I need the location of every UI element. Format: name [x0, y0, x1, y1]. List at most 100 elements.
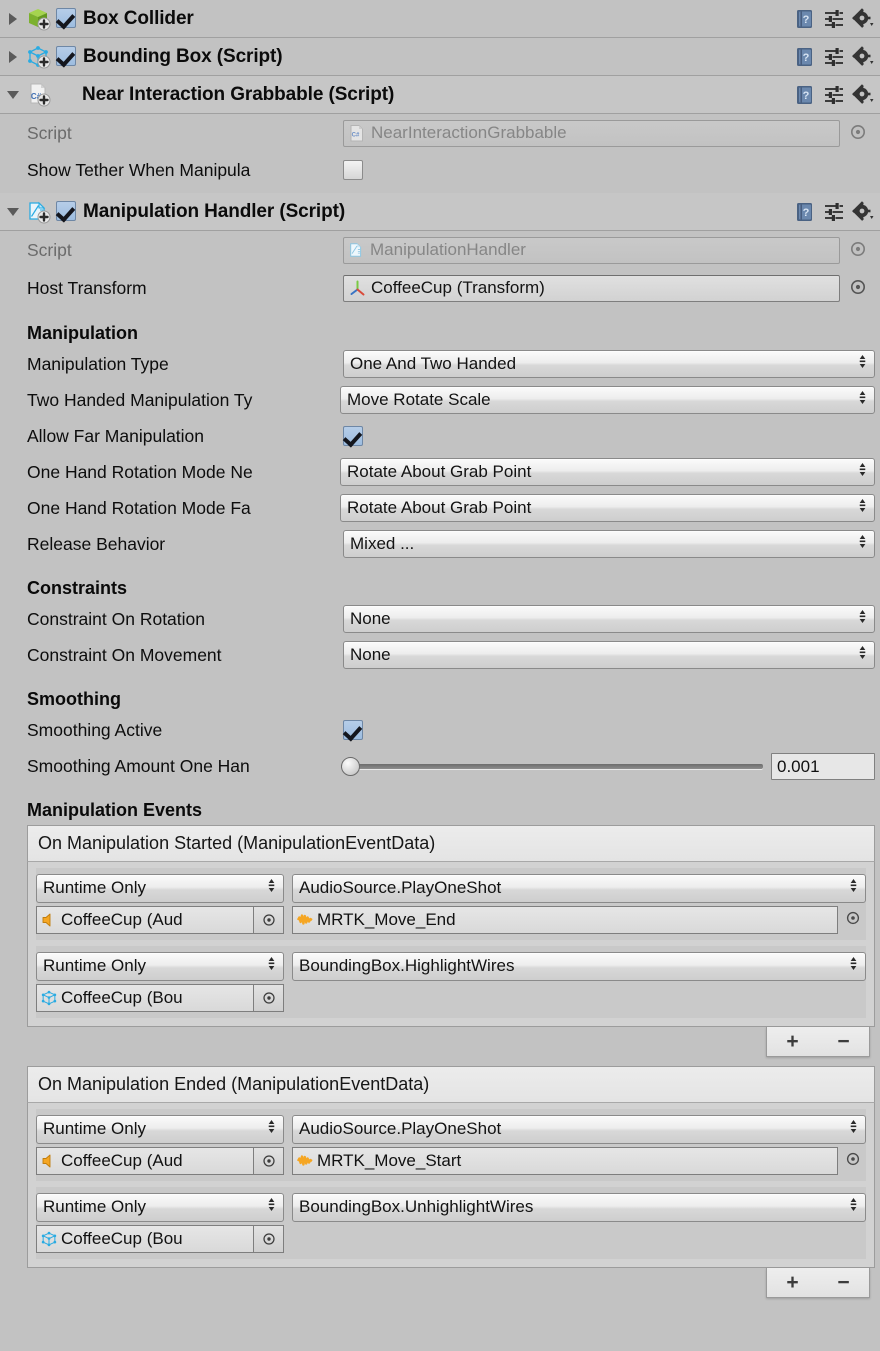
constraint-on-rotation-dropdown[interactable]: None [343, 605, 875, 633]
enable-checkbox-bounding-box[interactable] [56, 46, 78, 68]
component-header-bounding-box[interactable]: Bounding Box (Script) ? [0, 38, 880, 76]
help-book-icon[interactable]: ? [794, 84, 816, 106]
svg-text:?: ? [803, 90, 810, 102]
section-header-smoothing: Smoothing [0, 682, 880, 712]
dropdown-value: Mixed ... [350, 534, 414, 554]
chevron-updown-icon [858, 354, 867, 375]
property-row-two-handed-manipulation-type: Two Handed Manipulation Ty Move Rotate S… [0, 382, 880, 418]
two-handed-manipulation-type-dropdown[interactable]: Move Rotate Scale [340, 386, 875, 414]
object-picker-button[interactable] [848, 277, 870, 299]
call-state-value: Runtime Only [43, 878, 146, 898]
chevron-updown-icon [858, 390, 867, 411]
manipulation-type-dropdown[interactable]: One And Two Handed [343, 350, 875, 378]
header-icon-group: ? [794, 201, 876, 223]
method-dropdown[interactable]: BoundingBox.UnhighlightWires [292, 1193, 866, 1222]
gear-dropdown-icon[interactable] [852, 201, 876, 223]
one-hand-rotation-mode-far-dropdown[interactable]: Rotate About Grab Point [340, 494, 875, 522]
script-object-field[interactable]: ManipulationHandler [343, 237, 840, 264]
show-tether-checkbox[interactable] [343, 160, 363, 180]
foldout-arrow-near-interaction-grabbable[interactable] [6, 86, 24, 104]
remove-event-button[interactable]: − [837, 1272, 849, 1293]
call-state-dropdown[interactable]: Runtime Only [36, 1115, 284, 1144]
call-state-dropdown[interactable]: Runtime Only [36, 874, 284, 903]
preset-sliders-icon[interactable] [823, 84, 845, 106]
object-picker-button[interactable] [254, 906, 284, 934]
component-header-manipulation-handler[interactable]: Manipulation Handler (Script) ? [0, 193, 880, 231]
release-behavior-dropdown[interactable]: Mixed ... [343, 530, 875, 558]
header-icon-group: ? [794, 84, 876, 106]
object-picker-button[interactable] [844, 1150, 866, 1172]
gear-dropdown-icon[interactable] [852, 46, 876, 68]
foldout-arrow-box-collider[interactable] [6, 10, 24, 28]
enable-checkbox-manipulation-handler[interactable] [56, 201, 78, 223]
chevron-updown-icon [267, 956, 276, 977]
entry-row-bottom: CoffeeCup (Aud [36, 1145, 866, 1177]
box-collider-icon [26, 6, 52, 32]
target-object-field[interactable]: CoffeeCup (Aud [36, 906, 254, 934]
preset-sliders-icon[interactable] [823, 8, 845, 30]
smoothing-amount-value-field[interactable]: 0.001 [771, 753, 875, 780]
target-object-field[interactable]: CoffeeCup (Aud [36, 1147, 254, 1175]
field-label: Manipulation Type [27, 346, 343, 382]
dropdown-value: Rotate About Grab Point [347, 498, 531, 518]
object-picker-button[interactable] [254, 1225, 284, 1253]
chevron-updown-icon [858, 462, 867, 483]
smoothing-active-checkbox[interactable] [343, 720, 363, 740]
object-picker-button[interactable] [848, 122, 870, 144]
dropdown-value: Rotate About Grab Point [347, 462, 531, 482]
target-value: CoffeeCup (Aud [61, 1151, 183, 1171]
target-object-field[interactable]: CoffeeCup (Bou [36, 1225, 254, 1253]
gear-dropdown-icon[interactable] [852, 8, 876, 30]
foldout-arrow-bounding-box[interactable] [6, 48, 24, 66]
method-value: AudioSource.PlayOneShot [299, 1119, 501, 1139]
foldout-arrow-manipulation-handler[interactable] [6, 203, 24, 221]
constraint-on-movement-dropdown[interactable]: None [343, 641, 875, 669]
event-header: On Manipulation Started (ManipulationEve… [27, 825, 875, 861]
enable-checkbox-box-collider[interactable] [56, 8, 78, 30]
entry-row-top: Runtime Only BoundingBox.UnhighlightWire… [36, 1191, 866, 1223]
smoothing-amount-slider[interactable] [341, 754, 763, 778]
chevron-updown-icon [858, 609, 867, 630]
property-row-one-hand-rotation-mode-far: One Hand Rotation Mode Fa Rotate About G… [0, 490, 880, 526]
entry-row-top: Runtime Only AudioSource.PlayOneShot [36, 1113, 866, 1145]
help-book-icon[interactable]: ? [794, 8, 816, 30]
script-object-field[interactable]: C# NearInteractionGrabbable [343, 120, 840, 147]
dropdown-value: None [350, 609, 391, 629]
target-value: CoffeeCup (Aud [61, 910, 183, 930]
method-dropdown[interactable]: AudioSource.PlayOneShot [292, 1115, 866, 1144]
allow-far-manipulation-checkbox[interactable] [343, 426, 363, 446]
slider-handle[interactable] [341, 757, 360, 776]
audio-source-icon [40, 1152, 58, 1170]
csharp-script-icon: C# [26, 82, 52, 108]
method-dropdown[interactable]: AudioSource.PlayOneShot [292, 874, 866, 903]
component-header-near-interaction-grabbable[interactable]: C# Near Interaction Grabbable (Script) ? [0, 76, 880, 114]
add-event-button[interactable]: + [786, 1272, 798, 1293]
help-book-icon[interactable]: ? [794, 201, 816, 223]
one-hand-rotation-mode-near-dropdown[interactable]: Rotate About Grab Point [340, 458, 875, 486]
argument-object-field[interactable]: MRTK_Move_Start [292, 1147, 838, 1175]
call-state-dropdown[interactable]: Runtime Only [36, 1193, 284, 1222]
add-event-button[interactable]: + [786, 1031, 798, 1052]
remove-event-button[interactable]: − [837, 1031, 849, 1052]
object-picker-button[interactable] [844, 909, 866, 931]
component-title: Box Collider [83, 8, 194, 30]
gear-dropdown-icon[interactable] [852, 84, 876, 106]
object-picker-button[interactable] [848, 239, 870, 261]
object-picker-button[interactable] [254, 984, 284, 1012]
argument-object-field[interactable]: MRTK_Move_End [292, 906, 838, 934]
host-transform-object-field[interactable]: CoffeeCup (Transform) [343, 275, 840, 302]
help-book-icon[interactable]: ? [794, 46, 816, 68]
call-state-dropdown[interactable]: Runtime Only [36, 952, 284, 981]
bounding-box-icon [40, 1230, 58, 1248]
property-row-smoothing-amount: Smoothing Amount One Han 0.001 [0, 748, 880, 784]
field-label: Allow Far Manipulation [27, 418, 343, 454]
object-picker-button[interactable] [254, 1147, 284, 1175]
event-add-remove-bar: + − [27, 1027, 875, 1057]
svg-text:?: ? [803, 14, 810, 26]
target-object-field[interactable]: CoffeeCup (Bou [36, 984, 254, 1012]
preset-sliders-icon[interactable] [823, 46, 845, 68]
entry-row-top: Runtime Only BoundingBox.HighlightWires [36, 950, 866, 982]
method-dropdown[interactable]: BoundingBox.HighlightWires [292, 952, 866, 981]
component-header-box-collider[interactable]: Box Collider ? [0, 0, 880, 38]
preset-sliders-icon[interactable] [823, 201, 845, 223]
